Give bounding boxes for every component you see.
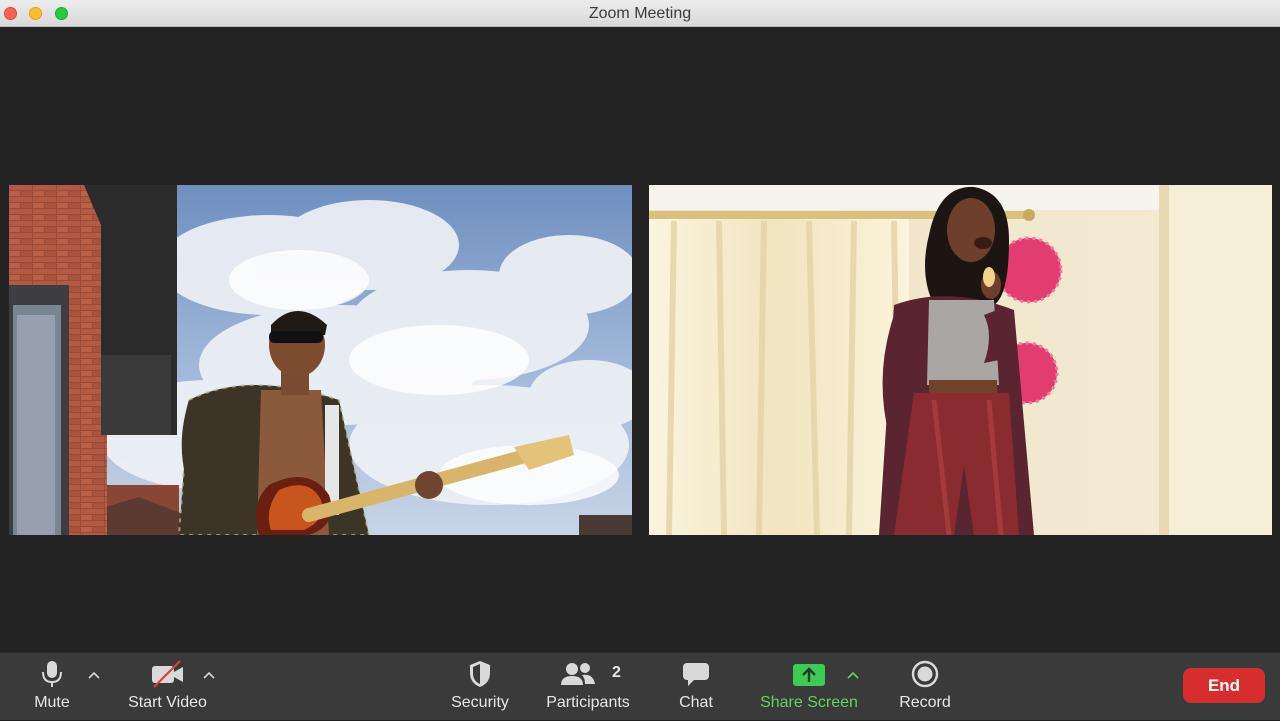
video-camera-off-icon (150, 659, 186, 694)
video-stage (0, 27, 1280, 652)
record-label: Record (899, 694, 951, 711)
participant-video-1 (9, 185, 632, 535)
window-title: Zoom Meeting (588, 5, 692, 22)
share-screen-label: Share Screen (760, 694, 858, 711)
participants-button[interactable]: 2 Participants (540, 653, 636, 721)
meeting-toolbar: Mute Start Video Security 2 Participants… (0, 652, 1280, 720)
share-screen-button[interactable]: Share Screen (756, 653, 862, 721)
security-button[interactable]: Security (440, 653, 520, 721)
microphone-icon (40, 659, 64, 694)
audio-options-chevron-up-icon[interactable] (88, 667, 102, 679)
start-video-button[interactable]: Start Video (120, 653, 215, 721)
record-icon (910, 659, 940, 694)
participant-video-tile-2[interactable] (649, 185, 1272, 535)
mute-button[interactable]: Mute (22, 653, 82, 721)
mute-label: Mute (34, 694, 70, 711)
chat-button[interactable]: Chat (666, 653, 726, 721)
participants-count-badge: 2 (612, 664, 621, 681)
participant-video-2 (649, 185, 1272, 535)
start-video-label: Start Video (128, 694, 207, 711)
chat-label: Chat (679, 694, 713, 711)
security-label: Security (451, 694, 509, 711)
participants-label: Participants (546, 694, 630, 711)
participants-icon (560, 659, 596, 694)
share-options-chevron-up-icon[interactable] (847, 667, 861, 679)
chat-bubble-icon (681, 659, 711, 694)
participant-video-tile-1[interactable] (9, 185, 632, 535)
video-options-chevron-up-icon[interactable] (203, 667, 217, 679)
shield-icon (467, 659, 493, 694)
window-titlebar: Zoom Meeting (0, 0, 1280, 27)
record-button[interactable]: Record (892, 653, 958, 721)
end-meeting-button[interactable]: End (1183, 668, 1265, 703)
share-screen-arrow-up-icon (792, 659, 826, 694)
